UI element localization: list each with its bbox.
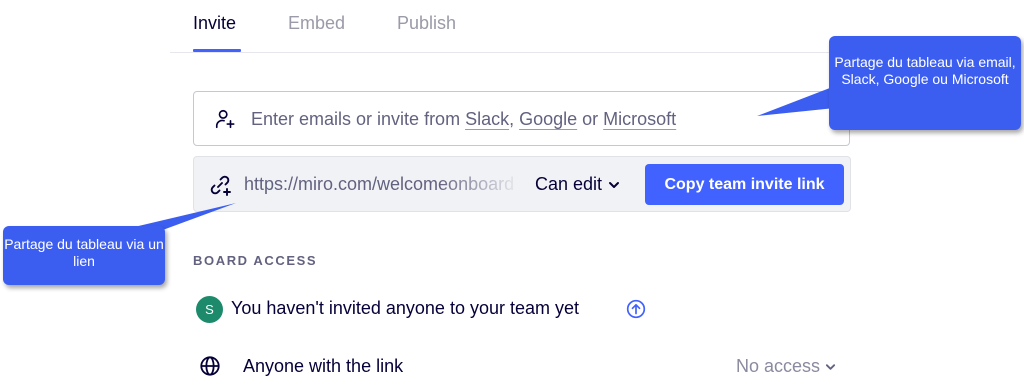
annotation-callout-link: Partage du tableau via un lien — [3, 226, 165, 285]
tab-embed[interactable]: Embed — [288, 13, 345, 34]
chevron-down-icon — [825, 364, 836, 370]
google-link[interactable]: Google — [519, 109, 577, 129]
copy-invite-link-button[interactable]: Copy team invite link — [645, 164, 844, 205]
invite-placeholder: Enter emails or invite from Slack, Googl… — [251, 109, 676, 130]
slack-link[interactable]: Slack — [465, 109, 509, 129]
link-access-label: No access — [736, 356, 821, 376]
invite-separator: , — [509, 109, 520, 129]
add-user-icon — [215, 109, 235, 129]
permission-dropdown[interactable]: Can edit — [535, 174, 620, 195]
board-access-heading: BOARD ACCESS — [193, 253, 318, 268]
arrow-up-circle-icon[interactable] — [626, 299, 646, 319]
anyone-with-link-label: Anyone with the link — [243, 356, 404, 376]
invite-prefix: Enter emails or invite from — [251, 109, 466, 129]
invite-input[interactable]: Enter emails or invite from Slack, Googl… — [193, 91, 850, 146]
chevron-down-icon — [609, 182, 620, 189]
tab-bar: Invite Embed Publish — [170, 0, 852, 53]
not-invited-message: You haven't invited anyone to your team … — [231, 298, 580, 318]
globe-icon — [200, 356, 220, 376]
tab-publish[interactable]: Publish — [397, 13, 456, 34]
microsoft-link[interactable]: Microsoft — [603, 109, 676, 129]
permission-label: Can edit — [535, 174, 603, 194]
tab-invite[interactable]: Invite — [193, 13, 236, 34]
avatar: S — [196, 296, 223, 323]
annotation-callout-email: Partage du tableau via email, Slack, Goo… — [829, 36, 1021, 130]
share-link-url[interactable]: https://miro.com/welcomeonboard — [244, 174, 522, 198]
link-access-dropdown[interactable]: No access — [736, 356, 836, 377]
share-link-row: https://miro.com/welcomeonboard Can edit… — [193, 156, 851, 212]
active-tab-indicator — [193, 49, 241, 52]
link-icon — [210, 175, 231, 196]
invite-separator: or — [577, 109, 604, 129]
